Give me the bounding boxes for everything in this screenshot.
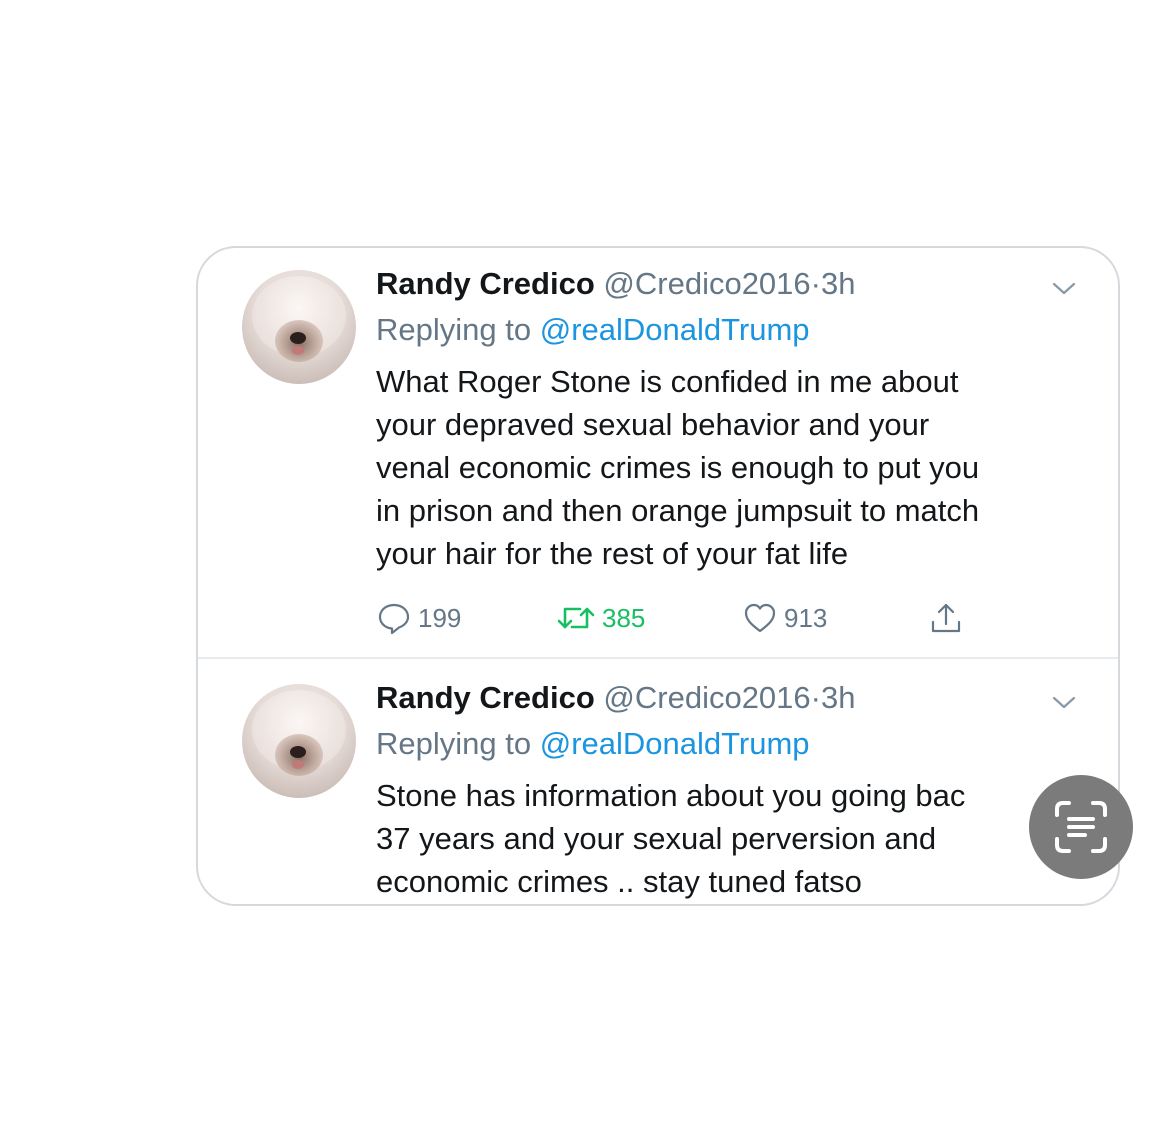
- share-icon: [931, 603, 961, 633]
- retweet-button[interactable]: 385: [556, 598, 645, 638]
- display-name[interactable]: Randy Credico: [376, 266, 595, 301]
- reply-count: 199: [418, 602, 462, 633]
- tweet-actions: 199 385 913: [376, 598, 996, 638]
- tweet[interactable]: Randy Credico @Credico2016·3h Replying t…: [198, 660, 1118, 904]
- replying-to-line: Replying to @realDonaldTrump: [376, 726, 810, 762]
- like-button[interactable]: 913: [742, 598, 827, 638]
- user-handle[interactable]: @Credico2016: [603, 680, 810, 715]
- share-button[interactable]: [928, 598, 964, 638]
- timestamp[interactable]: 3h: [821, 680, 855, 715]
- reply-icon: [378, 603, 410, 635]
- avatar[interactable]: [242, 270, 356, 384]
- mention-link[interactable]: @realDonaldTrump: [540, 312, 810, 347]
- text-scan-icon: [1055, 801, 1107, 853]
- replying-to-label: Replying to: [376, 726, 540, 761]
- tweet-divider: [198, 657, 1118, 659]
- tweet-text: What Roger Stone is confided in me about…: [376, 364, 980, 571]
- like-count: 913: [784, 602, 828, 633]
- heart-icon: [744, 603, 776, 633]
- chevron-down-icon[interactable]: [1050, 688, 1078, 716]
- display-name[interactable]: Randy Credico: [376, 680, 595, 715]
- tweet-header: Randy Credico @Credico2016·3h: [376, 266, 855, 302]
- chevron-down-icon[interactable]: [1050, 274, 1078, 302]
- tweet[interactable]: Randy Credico @Credico2016·3h Replying t…: [198, 248, 1118, 658]
- user-handle[interactable]: @Credico2016: [603, 266, 810, 301]
- mention-link[interactable]: @realDonaldTrump: [540, 726, 810, 761]
- separator-dot: ·: [810, 680, 821, 715]
- replying-to-label: Replying to: [376, 312, 540, 347]
- retweet-icon: [557, 607, 595, 629]
- reply-button[interactable]: 199: [376, 598, 461, 638]
- timestamp[interactable]: 3h: [821, 266, 855, 301]
- tweet-thread-card: Randy Credico @Credico2016·3h Replying t…: [196, 246, 1120, 906]
- avatar[interactable]: [242, 684, 356, 798]
- tweet-header: Randy Credico @Credico2016·3h: [376, 680, 855, 716]
- retweet-count: 385: [602, 602, 646, 633]
- live-text-scan-button[interactable]: [1029, 775, 1133, 879]
- separator-dot: ·: [810, 266, 821, 301]
- replying-to-line: Replying to @realDonaldTrump: [376, 312, 810, 348]
- tweet-text: Stone has information about you going ba…: [376, 778, 966, 899]
